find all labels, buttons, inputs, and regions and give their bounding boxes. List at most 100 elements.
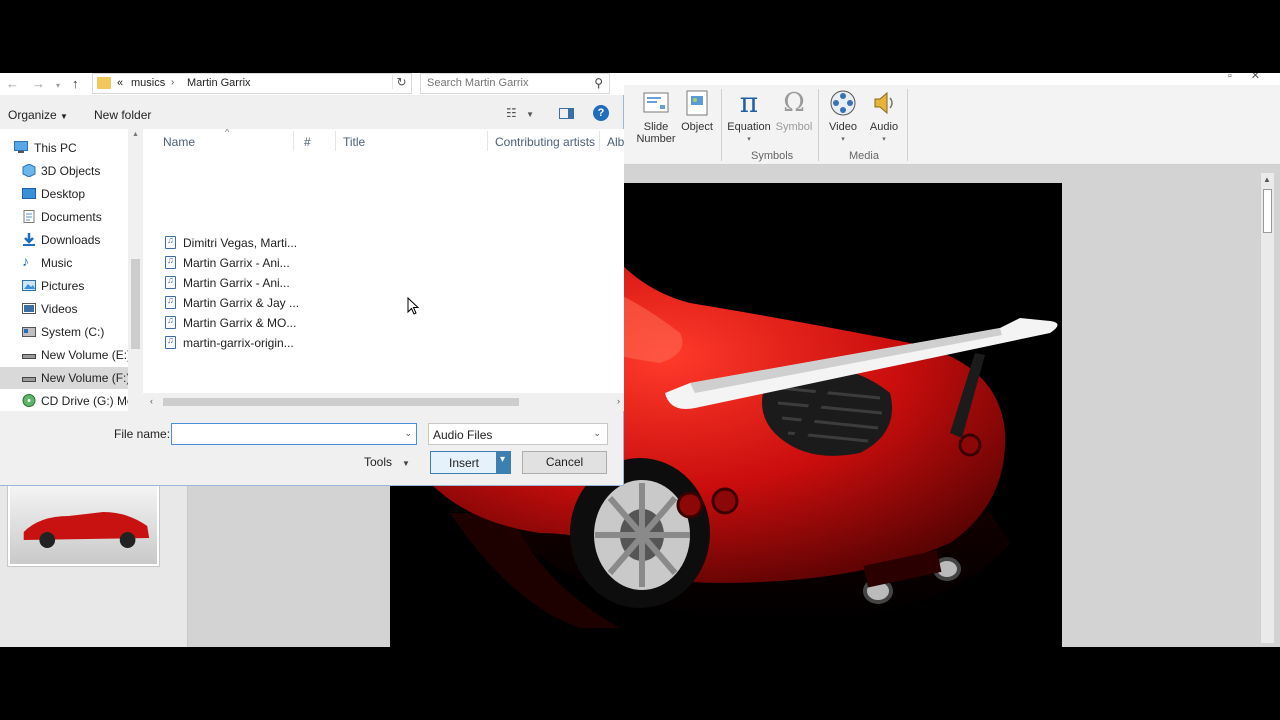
tools-button[interactable]: Tools ▼	[364, 455, 410, 469]
nav-item-videos[interactable]: Videos	[0, 298, 128, 320]
file-type-select[interactable]: Audio Files ⌄	[428, 423, 608, 445]
audio-file-icon	[165, 275, 176, 289]
column-contributing-artists[interactable]: Contributing artists	[495, 135, 595, 149]
insert-audio-dialog: ← → ▾ ↑ « musics › Martin Garrix ⌄ ↻ ⚲ O…	[0, 73, 624, 486]
cancel-button[interactable]: Cancel	[522, 451, 607, 474]
insert-options-dropdown[interactable]	[496, 452, 510, 473]
slide-number-label-2: Number	[636, 133, 676, 145]
audio-file-icon	[165, 335, 176, 349]
slide-thumbnail-red-car[interactable]	[7, 483, 160, 567]
nav-item-new-volume-f[interactable]: New Volume (F:)	[0, 367, 128, 389]
column-divider[interactable]	[335, 131, 336, 151]
file-row[interactable]: Martin Garrix & MO...	[165, 313, 425, 333]
file-name-label: File name:	[114, 427, 171, 441]
help-icon[interactable]: ?	[593, 105, 609, 121]
object-label: Object	[681, 121, 713, 133]
nav-item-this-pc[interactable]: This PC	[0, 137, 128, 159]
video-button[interactable]: Video ▾	[821, 89, 865, 146]
scroll-up-arrow-icon[interactable]: ▲	[1263, 175, 1271, 184]
file-type-value: Audio Files	[433, 428, 493, 442]
organize-button[interactable]: Organize ▼	[8, 108, 68, 122]
file-name-input[interactable]	[174, 426, 398, 442]
search-icon[interactable]: ⚲	[594, 76, 603, 90]
chevron-down-icon[interactable]: ▾	[727, 134, 771, 146]
preview-pane-icon[interactable]	[559, 108, 574, 119]
back-arrow-icon[interactable]: ←	[6, 76, 19, 91]
slide-number-label-1: Slide	[643, 121, 669, 133]
object-icon	[686, 90, 708, 116]
new-folder-button[interactable]: New folder	[94, 108, 151, 122]
scroll-left-arrow-icon[interactable]: ‹	[150, 396, 153, 406]
insert-button[interactable]: Insert	[430, 451, 511, 474]
drive-icon	[22, 377, 36, 382]
nav-item-pictures[interactable]: Pictures	[0, 275, 128, 297]
nav-item-music[interactable]: ♪ Music	[0, 252, 128, 274]
cd-drive-icon	[22, 394, 36, 407]
breadcrumb-musics[interactable]: musics	[131, 77, 165, 89]
file-name: Dimitri Vegas, Marti...	[183, 236, 298, 250]
object-button[interactable]: Object	[675, 89, 719, 133]
scroll-up-arrow-icon[interactable]: ▲	[132, 131, 139, 138]
audio-button[interactable]: Audio ▾	[862, 89, 906, 146]
file-list-pane: ^ Name # Title Contributing artists Albu…	[143, 129, 624, 411]
address-box[interactable]: « musics › Martin Garrix ⌄	[92, 73, 475, 94]
nav-item-label: 3D Objects	[41, 164, 101, 178]
file-name-combobox[interactable]: ⌄	[171, 423, 417, 445]
nav-item-desktop[interactable]: Desktop	[0, 183, 128, 205]
nav-item-downloads[interactable]: Downloads	[0, 229, 128, 251]
file-list-horizontal-scrollbar[interactable]: ‹ ›	[143, 393, 624, 411]
column-album[interactable]: Albu	[607, 135, 624, 149]
column-divider[interactable]	[293, 131, 294, 151]
file-row[interactable]: Dimitri Vegas, Marti...	[165, 233, 425, 253]
nav-pane-scrollbar[interactable]: ▲	[128, 129, 143, 411]
breadcrumb-overflow[interactable]: «	[117, 77, 123, 89]
column-title[interactable]: Title	[343, 135, 365, 149]
nav-item-system-c[interactable]: System (C:)	[0, 321, 128, 343]
mouse-cursor-icon	[407, 297, 419, 315]
organize-label: Organize	[8, 108, 57, 122]
breadcrumb-martin-garrix[interactable]: Martin Garrix	[187, 77, 251, 89]
file-row[interactable]: martin-garrix-origin...	[165, 333, 425, 353]
editor-vertical-scrollbar[interactable]: ▲	[1260, 173, 1274, 643]
omega-icon: Ω	[783, 88, 805, 118]
equation-button[interactable]: π Equation ▾	[727, 89, 771, 146]
refresh-icon[interactable]: ↻	[392, 75, 410, 89]
ribbon-separator	[818, 89, 819, 161]
slide-number-button[interactable]: Slide Number	[634, 89, 678, 145]
nav-item-3d-objects[interactable]: 3D Objects	[0, 160, 128, 182]
file-row[interactable]: Martin Garrix - Ani...	[165, 253, 425, 273]
pictures-icon	[22, 280, 36, 291]
scroll-thumb[interactable]	[163, 398, 519, 406]
film-reel-icon	[830, 90, 856, 116]
chevron-down-icon: ▼	[60, 112, 68, 121]
address-bar-row: ← → ▾ ↑ « musics › Martin Garrix ⌄ ↻ ⚲	[0, 73, 624, 95]
nav-item-new-volume-e[interactable]: New Volume (E:)	[0, 344, 128, 366]
symbol-button[interactable]: Ω Symbol	[772, 89, 816, 133]
slide-number-icon	[643, 92, 669, 113]
window-controls[interactable]: ▫ ✕	[1228, 73, 1268, 82]
chevron-down-icon[interactable]: ▾	[862, 134, 906, 146]
chevron-down-icon[interactable]: ⌄	[404, 428, 412, 439]
file-row[interactable]: Martin Garrix & Jay ...	[165, 293, 425, 313]
scroll-thumb[interactable]	[1263, 189, 1272, 233]
scroll-right-arrow-icon[interactable]: ›	[617, 396, 620, 406]
navigation-pane: This PC 3D Objects Desktop Documents Dow…	[0, 129, 143, 411]
nav-item-label: Desktop	[41, 187, 86, 201]
forward-arrow-icon[interactable]: →	[32, 76, 45, 91]
nav-item-documents[interactable]: Documents	[0, 206, 128, 228]
recent-locations-chevron-icon[interactable]: ▾	[56, 81, 60, 90]
column-divider[interactable]	[599, 131, 600, 151]
up-arrow-icon[interactable]: ↑	[72, 76, 79, 91]
nav-item-cd-drive-g[interactable]: CD Drive (G:) Mol	[0, 390, 128, 411]
breadcrumb-separator-icon: ›	[171, 77, 175, 88]
scroll-thumb[interactable]	[131, 259, 140, 349]
search-input[interactable]	[427, 77, 587, 89]
column-name[interactable]: Name	[163, 135, 195, 149]
search-box[interactable]: ⚲	[420, 73, 610, 94]
videos-icon	[22, 303, 36, 314]
column-track-number[interactable]: #	[304, 135, 311, 149]
chevron-down-icon[interactable]: ▾	[821, 134, 865, 146]
change-view-button[interactable]: ☷ ▼	[506, 106, 534, 120]
column-divider[interactable]	[487, 131, 488, 151]
file-row[interactable]: Martin Garrix - Ani...	[165, 273, 425, 293]
